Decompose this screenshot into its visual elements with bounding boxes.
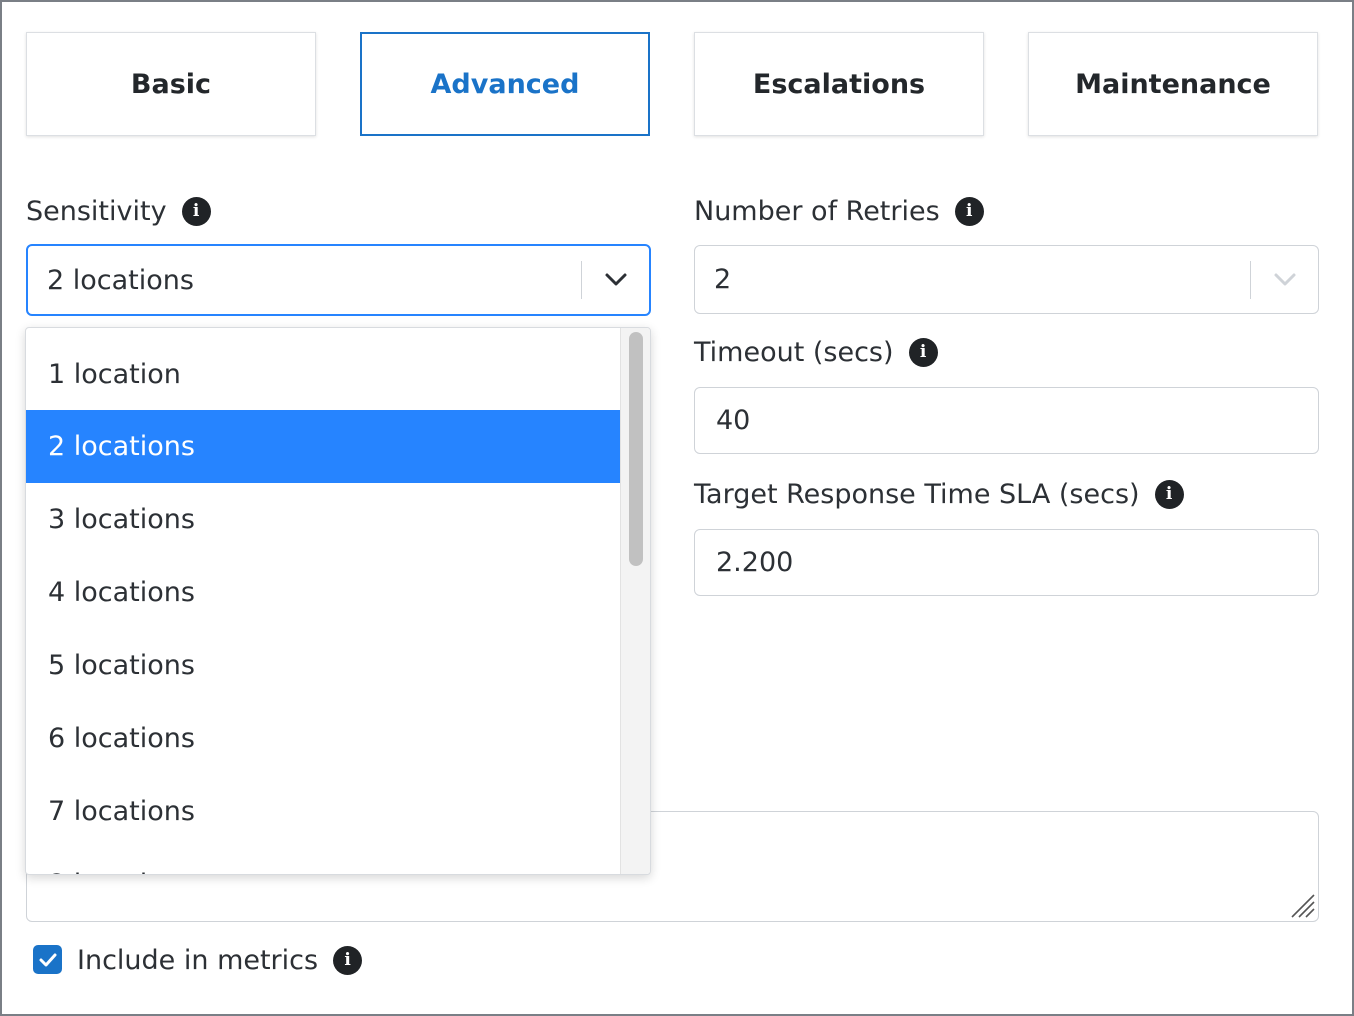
dropdown-option[interactable]: 3 locations	[26, 483, 621, 556]
info-icon[interactable]: i	[333, 945, 363, 975]
sla-label-text: Target Response Time SLA (secs)	[694, 478, 1140, 510]
dropdown-option[interactable]: 1 location	[26, 338, 621, 411]
dropdown-option[interactable]: 7 locations	[26, 775, 621, 848]
include-in-metrics-text[interactable]: Include in metrics	[77, 945, 318, 976]
retries-label: Number of Retries i	[694, 193, 984, 229]
sla-input[interactable]: 2.200	[694, 529, 1319, 596]
check-icon	[39, 953, 56, 966]
dropdown-option-selected[interactable]: 2 locations	[26, 410, 621, 483]
chevron-down-icon[interactable]	[582, 246, 649, 314]
sensitivity-select-value: 2 locations	[47, 264, 194, 296]
scrollbar-thumb[interactable]	[629, 332, 643, 566]
dropdown-scrollbar[interactable]	[620, 328, 650, 874]
info-icon[interactable]: i	[908, 337, 938, 367]
retries-select[interactable]: 2	[694, 245, 1319, 314]
sla-label: Target Response Time SLA (secs) i	[694, 476, 1184, 512]
timeout-label-text: Timeout (secs)	[694, 336, 894, 368]
retries-label-text: Number of Retries	[694, 195, 940, 227]
sensitivity-label: Sensitivity i	[26, 193, 211, 229]
include-in-metrics-checkbox[interactable]	[33, 945, 62, 974]
tab-maintenance[interactable]: Maintenance	[1028, 32, 1318, 136]
sensitivity-select[interactable]: 2 locations	[26, 244, 651, 316]
info-icon[interactable]: i	[954, 196, 984, 226]
sla-input-value: 2.200	[716, 547, 794, 578]
dropdown-option[interactable]: 6 locations	[26, 702, 621, 775]
retries-select-value: 2	[714, 264, 732, 295]
include-in-metrics-label: Include in metrics i	[77, 942, 363, 978]
resize-handle-icon[interactable]	[1288, 891, 1316, 919]
info-icon[interactable]: i	[1154, 479, 1184, 509]
timeout-input-value: 40	[716, 405, 751, 436]
dropdown-option[interactable]: 8 locations	[26, 848, 621, 874]
chevron-down-icon[interactable]	[1251, 246, 1318, 313]
timeout-label: Timeout (secs) i	[694, 334, 938, 370]
info-icon[interactable]: i	[181, 196, 211, 226]
tab-basic[interactable]: Basic	[26, 32, 316, 136]
timeout-input[interactable]: 40	[694, 387, 1319, 454]
tab-advanced[interactable]: Advanced	[360, 32, 650, 136]
tab-escalations[interactable]: Escalations	[694, 32, 984, 136]
dropdown-option[interactable]: 4 locations	[26, 556, 621, 629]
sensitivity-dropdown-menu: 1 location 2 locations 3 locations 4 loc…	[25, 327, 651, 875]
dropdown-option[interactable]: 5 locations	[26, 629, 621, 702]
sensitivity-label-text: Sensitivity	[26, 195, 167, 227]
